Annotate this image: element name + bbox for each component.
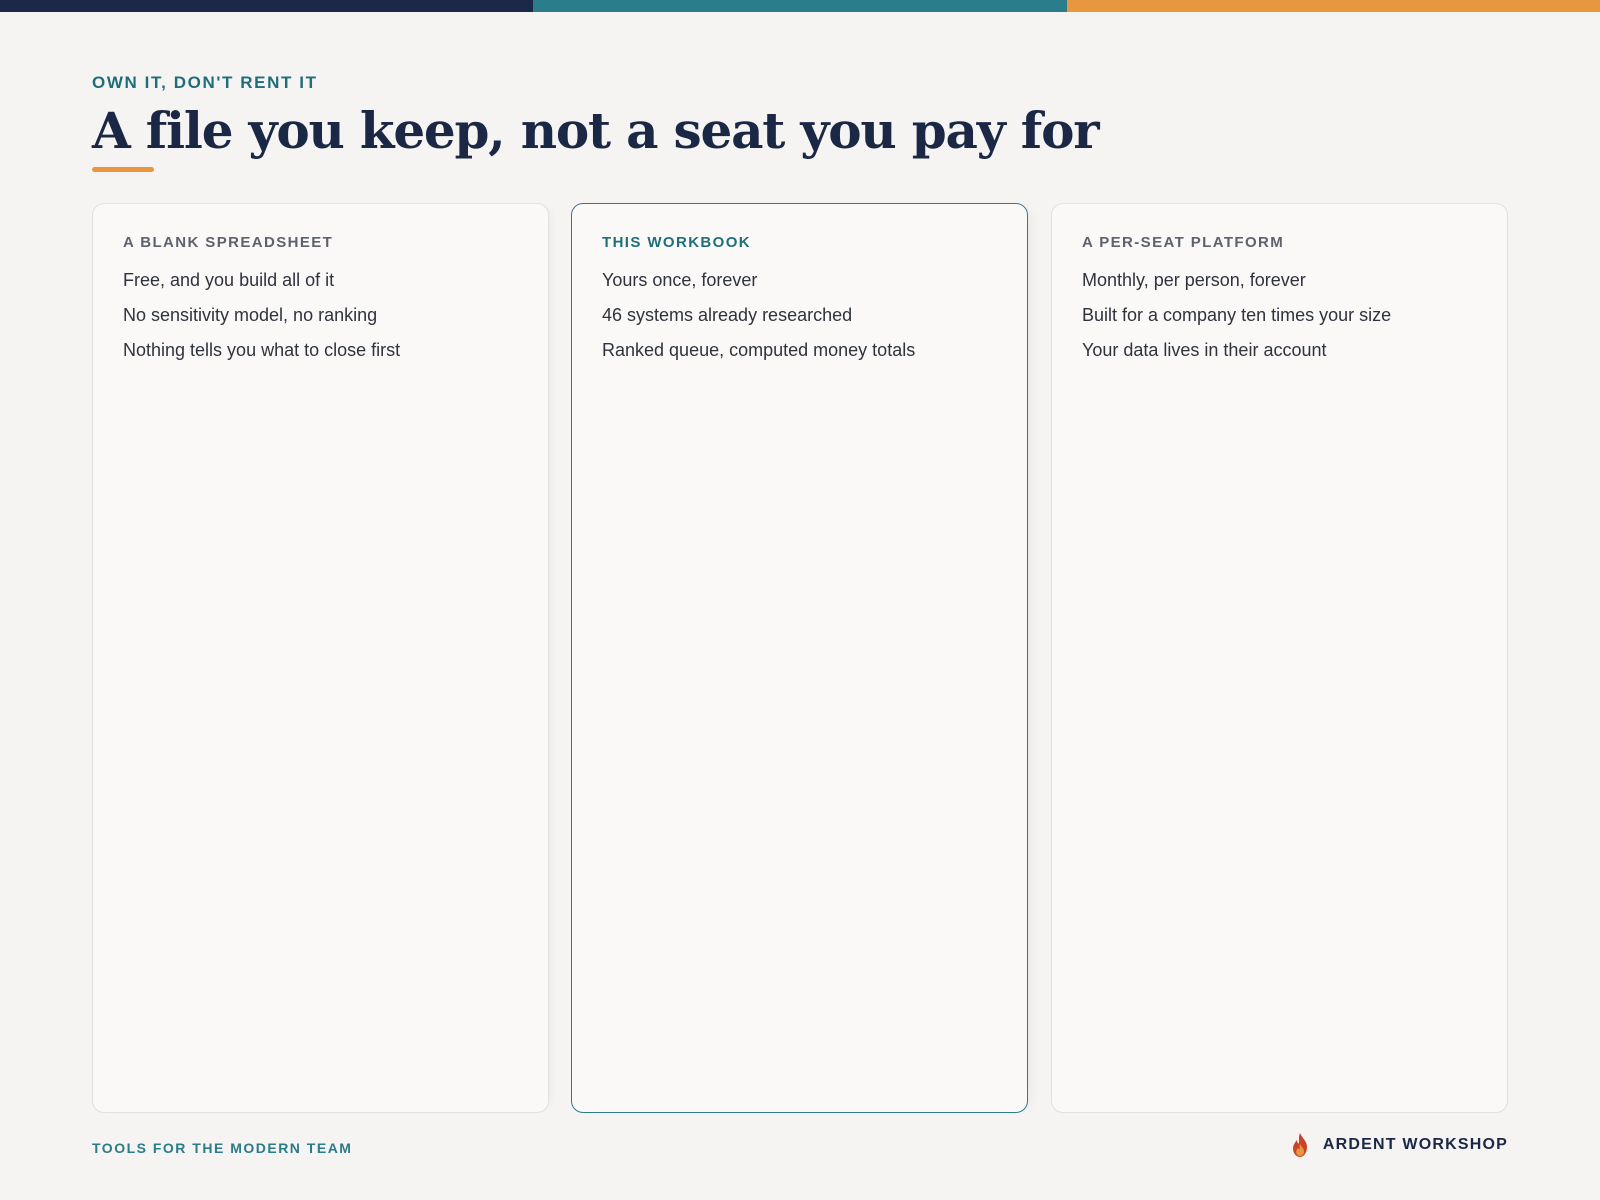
card-per-seat-platform: A PER-SEAT PLATFORM Monthly, per person,… bbox=[1051, 203, 1508, 1113]
card-point: Monthly, per person, forever bbox=[1082, 270, 1306, 290]
section-eyebrow: OWN IT, DON'T RENT IT bbox=[92, 73, 318, 92]
card-point: Nothing tells you what to close first bbox=[123, 340, 401, 360]
accent-segment-navy bbox=[0, 0, 534, 12]
card-title: THIS WORKBOOK bbox=[602, 234, 752, 251]
brand-lockup: ARDENT WORKSHOP bbox=[1289, 1132, 1508, 1158]
card-point: Built for a company ten times your size bbox=[1082, 305, 1392, 325]
top-accent-bar bbox=[0, 0, 1600, 12]
card-point: Ranked queue, computed money totals bbox=[602, 340, 916, 360]
brand-name: ARDENT WORKSHOP bbox=[1322, 1136, 1508, 1153]
card-point: 46 systems already researched bbox=[602, 305, 853, 325]
card-point: Your data lives in their account bbox=[1082, 340, 1327, 360]
card-point: No sensitivity model, no ranking bbox=[123, 305, 378, 325]
accent-segment-teal bbox=[533, 0, 1067, 12]
card-title: A PER-SEAT PLATFORM bbox=[1082, 234, 1285, 251]
flame-icon bbox=[1292, 1133, 1307, 1157]
card-this-workbook: THIS WORKBOOK Yours once, forever 46 sys… bbox=[571, 203, 1028, 1113]
card-title: A BLANK SPREADSHEET bbox=[123, 234, 334, 251]
page-title: A file you keep, not a seat you pay for bbox=[92, 101, 1100, 160]
card-point: Yours once, forever bbox=[602, 270, 758, 290]
card-blank-spreadsheet: A BLANK SPREADSHEET Free, and you build … bbox=[92, 203, 549, 1113]
footer-tagline: TOOLS FOR THE MODERN TEAM bbox=[92, 1140, 353, 1156]
accent-segment-orange bbox=[1066, 0, 1600, 12]
comparison-cards: A BLANK SPREADSHEET Free, and you build … bbox=[92, 203, 1508, 1113]
title-underline bbox=[92, 167, 154, 172]
card-point: Free, and you build all of it bbox=[123, 270, 335, 290]
